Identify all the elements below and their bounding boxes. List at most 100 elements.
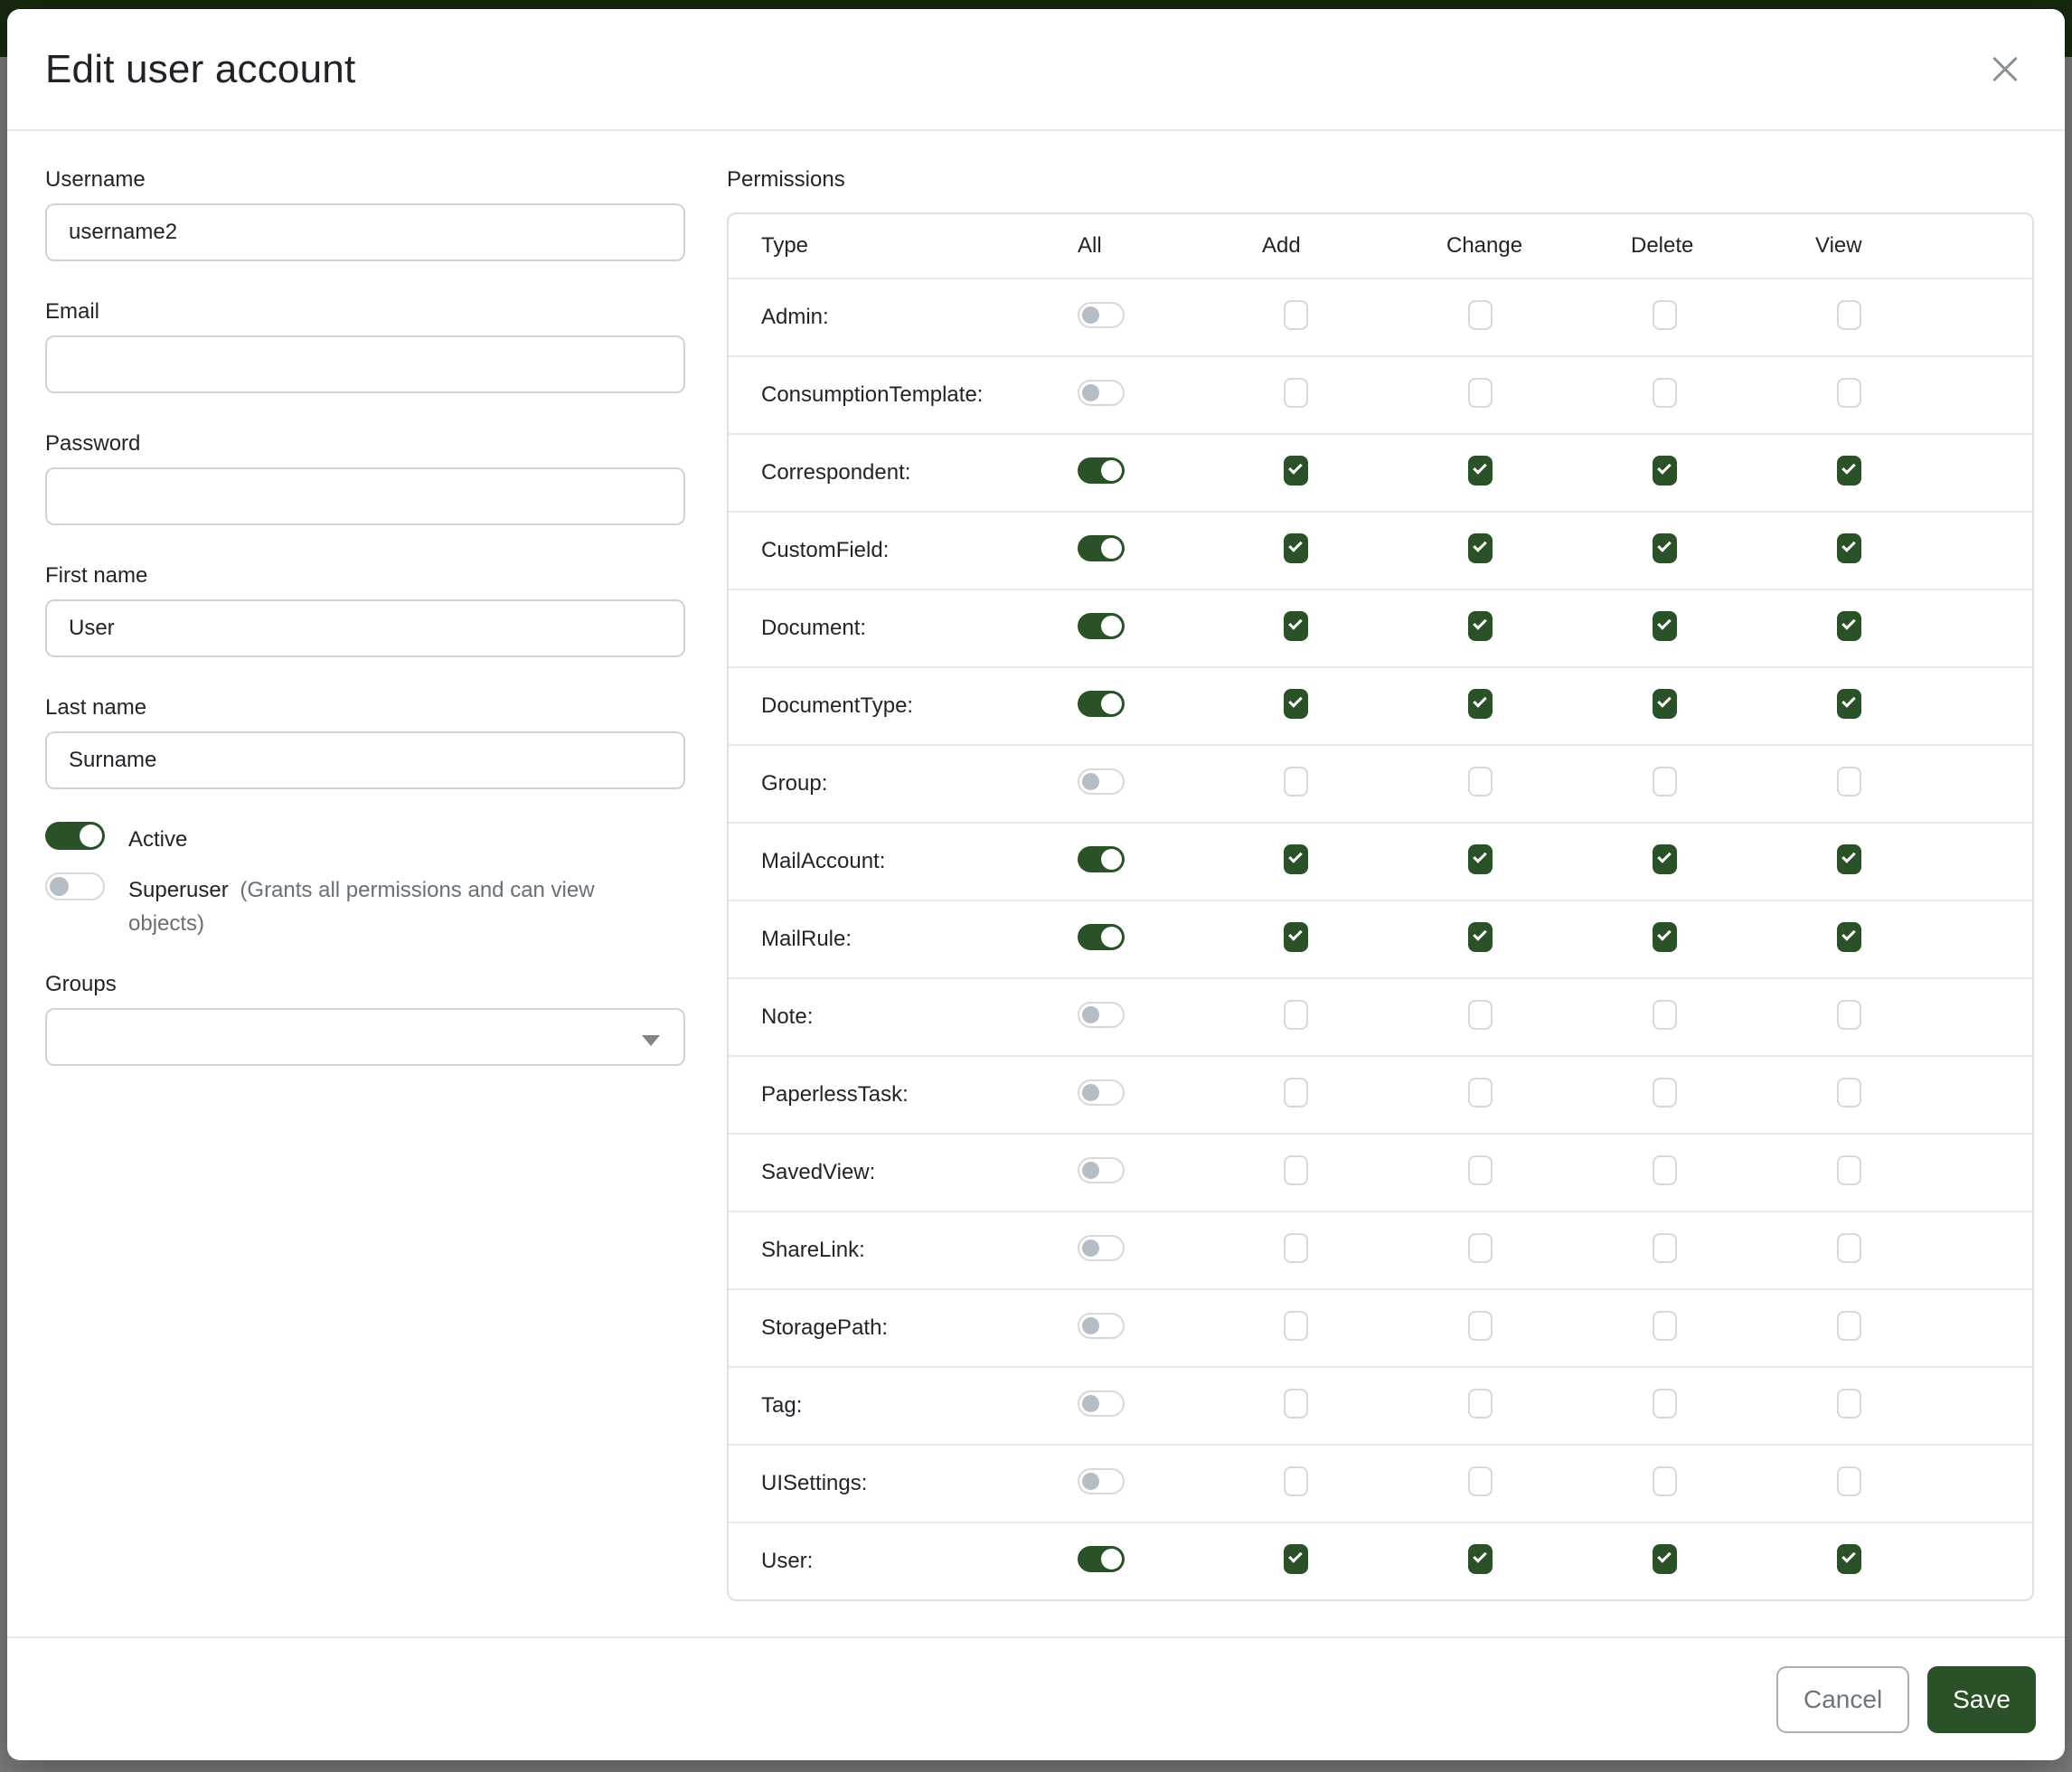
permission-change-checkbox[interactable] [1468, 1466, 1493, 1496]
permission-all-toggle[interactable] [1078, 1468, 1125, 1494]
permission-change-checkbox[interactable] [1468, 1155, 1493, 1185]
permission-view-checkbox[interactable] [1837, 1466, 1861, 1496]
permission-all-toggle[interactable] [1078, 1313, 1125, 1339]
permission-row: MailAccount: [729, 822, 2032, 900]
permission-delete-checkbox[interactable] [1653, 1466, 1677, 1496]
permission-change-checkbox[interactable] [1468, 1000, 1493, 1030]
permission-all-toggle[interactable] [1078, 691, 1125, 717]
permission-all-toggle[interactable] [1078, 1002, 1125, 1028]
permission-add-checkbox[interactable] [1284, 1155, 1308, 1185]
permission-view-checkbox[interactable] [1837, 1233, 1861, 1263]
permission-delete-checkbox[interactable] [1653, 533, 1677, 563]
permission-view-checkbox[interactable] [1837, 1311, 1861, 1341]
cancel-button[interactable]: Cancel [1776, 1666, 1909, 1733]
permission-all-toggle[interactable] [1078, 768, 1125, 795]
permission-view-checkbox[interactable] [1837, 1078, 1861, 1108]
close-icon[interactable] [1985, 50, 2025, 90]
permission-all-toggle[interactable] [1078, 613, 1125, 639]
permission-add-checkbox[interactable] [1284, 378, 1308, 408]
first-name-field[interactable] [45, 599, 685, 657]
permission-all-toggle[interactable] [1078, 846, 1125, 872]
permission-delete-checkbox[interactable] [1653, 378, 1677, 408]
permission-delete-checkbox[interactable] [1653, 922, 1677, 952]
permission-view-checkbox[interactable] [1837, 456, 1861, 485]
permission-all-toggle[interactable] [1078, 1235, 1125, 1261]
permission-all-toggle[interactable] [1078, 1546, 1125, 1572]
permission-change-checkbox[interactable] [1468, 533, 1493, 563]
permission-change-checkbox[interactable] [1468, 611, 1493, 641]
permission-view-checkbox[interactable] [1837, 1000, 1861, 1030]
permission-add-checkbox[interactable] [1284, 611, 1308, 641]
permissions-section: Permissions Type All Add Change Delete V… [727, 167, 2034, 1636]
permission-view-checkbox[interactable] [1837, 533, 1861, 563]
permission-view-checkbox[interactable] [1837, 1544, 1861, 1574]
permission-change-checkbox[interactable] [1468, 300, 1493, 330]
permission-change-checkbox[interactable] [1468, 767, 1493, 796]
permission-change-checkbox[interactable] [1468, 922, 1493, 952]
permission-add-checkbox[interactable] [1284, 1311, 1308, 1341]
permission-add-checkbox[interactable] [1284, 1233, 1308, 1263]
save-button[interactable]: Save [1927, 1666, 2036, 1733]
email-field[interactable] [45, 335, 685, 393]
permission-delete-checkbox[interactable] [1653, 1078, 1677, 1108]
permission-add-checkbox[interactable] [1284, 1389, 1308, 1419]
permission-all-toggle[interactable] [1078, 1157, 1125, 1183]
permission-all-toggle[interactable] [1078, 535, 1125, 561]
permission-delete-checkbox[interactable] [1653, 767, 1677, 796]
check-icon [1657, 1549, 1672, 1563]
permission-delete-checkbox[interactable] [1653, 1233, 1677, 1263]
permission-delete-checkbox[interactable] [1653, 456, 1677, 485]
permission-add-checkbox[interactable] [1284, 689, 1308, 719]
permission-all-toggle[interactable] [1078, 457, 1125, 484]
permission-view-checkbox[interactable] [1837, 300, 1861, 330]
permission-view-checkbox[interactable] [1837, 767, 1861, 796]
permission-change-checkbox[interactable] [1468, 844, 1493, 874]
permission-change-checkbox[interactable] [1468, 378, 1493, 408]
permission-delete-checkbox[interactable] [1653, 611, 1677, 641]
check-icon [1841, 616, 1856, 630]
permission-add-checkbox[interactable] [1284, 1544, 1308, 1574]
permission-change-checkbox[interactable] [1468, 689, 1493, 719]
permission-view-checkbox[interactable] [1837, 844, 1861, 874]
permission-view-checkbox[interactable] [1837, 922, 1861, 952]
permission-all-toggle[interactable] [1078, 302, 1125, 328]
permission-delete-checkbox[interactable] [1653, 689, 1677, 719]
permission-delete-checkbox[interactable] [1653, 1389, 1677, 1419]
permission-view-checkbox[interactable] [1837, 689, 1861, 719]
permission-change-checkbox[interactable] [1468, 1233, 1493, 1263]
permission-change-checkbox[interactable] [1468, 1544, 1493, 1574]
permission-change-checkbox[interactable] [1468, 1389, 1493, 1419]
last-name-field[interactable] [45, 731, 685, 789]
permission-add-checkbox[interactable] [1284, 533, 1308, 563]
permission-delete-checkbox[interactable] [1653, 1155, 1677, 1185]
permission-all-toggle[interactable] [1078, 380, 1125, 406]
groups-select[interactable] [45, 1008, 685, 1066]
permission-view-checkbox[interactable] [1837, 378, 1861, 408]
permission-delete-checkbox[interactable] [1653, 1311, 1677, 1341]
permission-change-checkbox[interactable] [1468, 456, 1493, 485]
permission-add-checkbox[interactable] [1284, 1000, 1308, 1030]
permission-view-checkbox[interactable] [1837, 1155, 1861, 1185]
password-field[interactable] [45, 467, 685, 525]
permission-view-checkbox[interactable] [1837, 611, 1861, 641]
permission-delete-checkbox[interactable] [1653, 844, 1677, 874]
permission-delete-checkbox[interactable] [1653, 300, 1677, 330]
permission-add-checkbox[interactable] [1284, 456, 1308, 485]
permission-add-checkbox[interactable] [1284, 1466, 1308, 1496]
permission-add-checkbox[interactable] [1284, 1078, 1308, 1108]
permission-add-checkbox[interactable] [1284, 844, 1308, 874]
permission-change-checkbox[interactable] [1468, 1311, 1493, 1341]
superuser-toggle[interactable] [45, 872, 105, 900]
permission-add-checkbox[interactable] [1284, 767, 1308, 796]
permission-all-toggle[interactable] [1078, 1079, 1125, 1106]
permission-delete-checkbox[interactable] [1653, 1544, 1677, 1574]
permission-add-checkbox[interactable] [1284, 300, 1308, 330]
permission-view-checkbox[interactable] [1837, 1389, 1861, 1419]
active-toggle[interactable] [45, 822, 105, 850]
permission-all-toggle[interactable] [1078, 1390, 1125, 1417]
username-input[interactable] [45, 203, 685, 261]
permission-delete-checkbox[interactable] [1653, 1000, 1677, 1030]
permission-all-toggle[interactable] [1078, 924, 1125, 950]
permission-add-checkbox[interactable] [1284, 922, 1308, 952]
permission-change-checkbox[interactable] [1468, 1078, 1493, 1108]
